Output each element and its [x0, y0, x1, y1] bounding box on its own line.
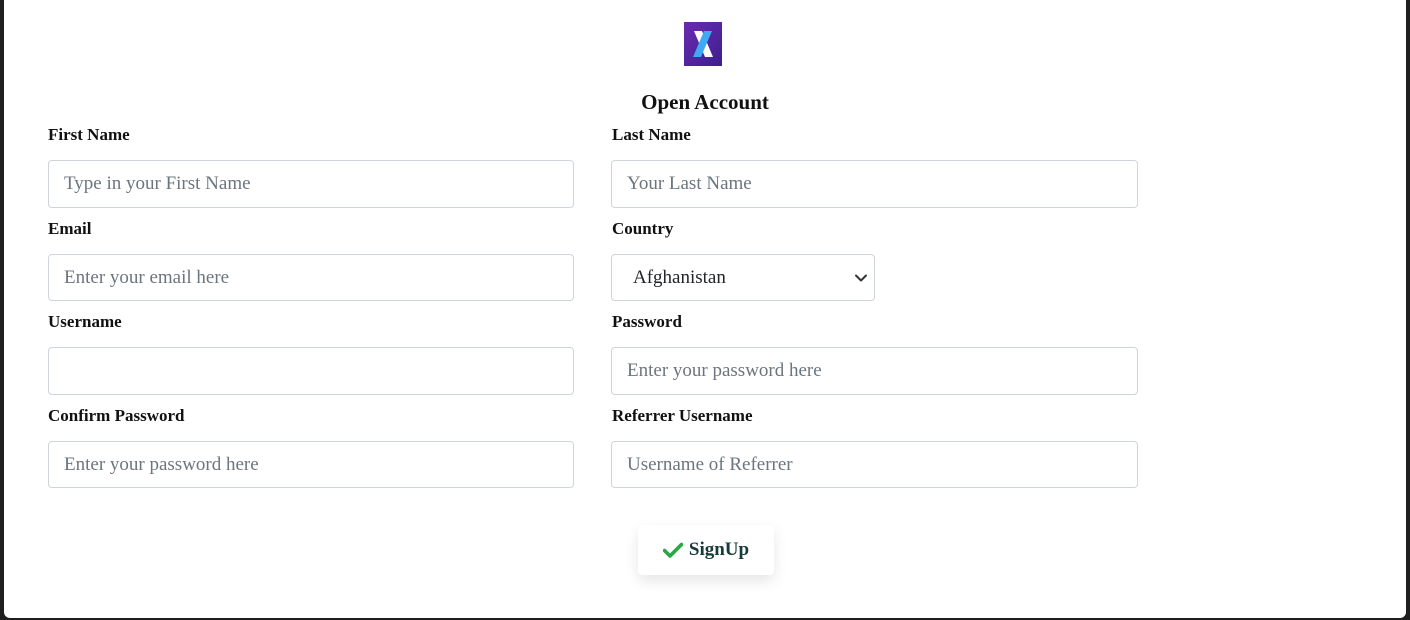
- confirm-password-input[interactable]: [48, 441, 574, 488]
- country-selected-value: Afghanistan: [633, 267, 726, 288]
- username-label: Username: [48, 312, 122, 331]
- confirm-password-label: Confirm Password: [48, 406, 185, 425]
- first-name-input[interactable]: [48, 160, 574, 208]
- email-label: Email: [48, 219, 92, 238]
- last-name-input[interactable]: [611, 160, 1138, 208]
- password-label: Password: [612, 312, 682, 331]
- x-logo-icon: [684, 22, 722, 66]
- country-label: Country: [612, 219, 674, 238]
- referrer-username-label: Referrer Username: [612, 406, 753, 425]
- last-name-label: Last Name: [612, 125, 691, 144]
- country-select[interactable]: Afghanistan: [611, 254, 875, 301]
- email-input[interactable]: [48, 254, 574, 301]
- password-input[interactable]: [611, 347, 1138, 395]
- chevron-down-icon: [855, 274, 867, 282]
- signup-label: SignUp: [688, 539, 750, 560]
- first-name-label: First Name: [48, 125, 130, 144]
- signup-modal: Open Account First Name Last Name Email …: [4, 0, 1406, 618]
- page-title: Open Account: [641, 90, 769, 114]
- referrer-username-input[interactable]: [611, 441, 1138, 488]
- username-input[interactable]: [48, 347, 574, 395]
- signup-button[interactable]: SignUp: [638, 525, 774, 575]
- check-icon: [662, 542, 683, 558]
